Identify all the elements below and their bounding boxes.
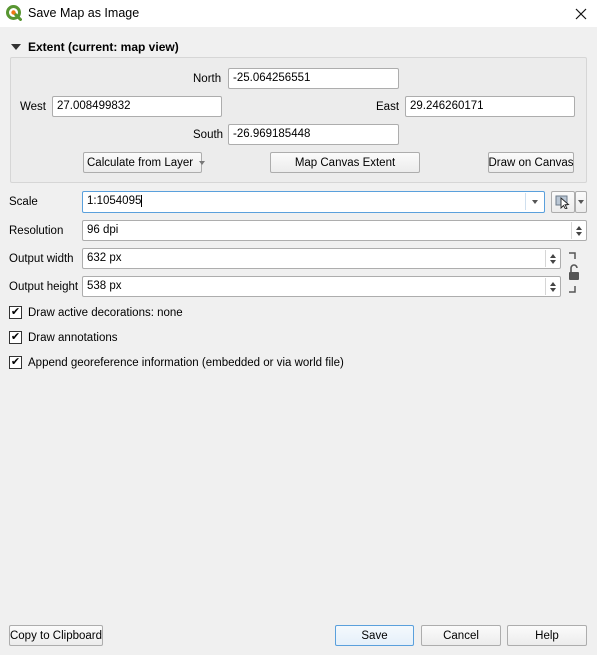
west-input[interactable]: 27.008499832 bbox=[52, 96, 222, 117]
output-width-label: Output width bbox=[9, 253, 74, 265]
resolution-spinbox[interactable]: 96 dpi bbox=[82, 220, 587, 241]
south-input[interactable]: -26.969185448 bbox=[228, 124, 399, 145]
collapse-triangle-icon bbox=[11, 44, 21, 50]
draw-on-canvas-label: Draw on Canvas bbox=[488, 156, 574, 169]
scale-value: 1:1054095 bbox=[87, 195, 142, 208]
west-label: West bbox=[20, 101, 46, 113]
select-scale-from-map-button[interactable] bbox=[551, 191, 575, 213]
map-canvas-extent-button[interactable]: Map Canvas Extent bbox=[270, 152, 420, 173]
spin-down-icon bbox=[549, 287, 556, 292]
east-input[interactable]: 29.246260171 bbox=[405, 96, 575, 117]
spin-down-icon bbox=[575, 231, 582, 236]
checkbox-checked-icon: ✔ bbox=[9, 356, 22, 369]
extent-section-toggle[interactable]: Extent (current: map view) bbox=[11, 40, 179, 54]
checkbox-checked-icon: ✔ bbox=[9, 331, 22, 344]
spin-up-icon bbox=[575, 225, 582, 230]
map-canvas-extent-label: Map Canvas Extent bbox=[294, 156, 396, 169]
output-width-spin-buttons[interactable] bbox=[545, 250, 559, 267]
calculate-from-layer-button[interactable]: Calculate from Layer bbox=[83, 152, 206, 173]
north-input[interactable]: -25.064256551 bbox=[228, 68, 399, 89]
extent-section-title: Extent (current: map view) bbox=[28, 40, 179, 54]
draw-on-canvas-button[interactable]: Draw on Canvas bbox=[488, 152, 574, 173]
scale-dropdown-button[interactable] bbox=[525, 193, 543, 210]
output-height-spinbox[interactable]: 538 px bbox=[82, 276, 561, 297]
save-label: Save bbox=[361, 629, 388, 642]
output-width-spinbox[interactable]: 632 px bbox=[82, 248, 561, 269]
spin-up-icon bbox=[549, 281, 556, 286]
text-caret bbox=[141, 195, 143, 207]
dropdown-arrow-icon bbox=[199, 160, 206, 165]
cancel-button[interactable]: Cancel bbox=[421, 625, 501, 646]
spin-up-icon bbox=[549, 253, 556, 258]
spin-down-icon bbox=[549, 259, 556, 264]
qgis-logo-icon bbox=[6, 5, 22, 21]
resolution-spin-buttons[interactable] bbox=[571, 222, 585, 239]
resolution-value: 96 dpi bbox=[87, 224, 119, 236]
south-label: South bbox=[193, 129, 224, 141]
draw-decorations-checkbox[interactable]: ✔ Draw active decorations: none bbox=[9, 306, 183, 319]
east-label: East bbox=[376, 101, 400, 113]
copy-to-clipboard-button[interactable]: Copy to Clipboard bbox=[9, 625, 103, 646]
title-bar: Save Map as Image bbox=[0, 0, 597, 27]
scale-menu-button[interactable] bbox=[575, 191, 587, 213]
help-button[interactable]: Help bbox=[507, 625, 587, 646]
draw-annotations-label: Draw annotations bbox=[28, 331, 118, 344]
close-icon bbox=[575, 8, 587, 19]
output-height-label: Output height bbox=[9, 281, 79, 293]
output-height-value: 538 px bbox=[87, 280, 122, 292]
close-button[interactable] bbox=[565, 0, 597, 27]
help-label: Help bbox=[535, 629, 559, 642]
north-label: North bbox=[193, 73, 222, 85]
map-cursor-icon bbox=[555, 195, 570, 209]
draw-annotations-checkbox[interactable]: ✔ Draw annotations bbox=[9, 331, 118, 344]
append-georeference-checkbox[interactable]: ✔ Append georeference information (embed… bbox=[9, 356, 344, 369]
draw-decorations-label: Draw active decorations: none bbox=[28, 306, 183, 319]
save-button[interactable]: Save bbox=[335, 625, 414, 646]
scale-label: Scale bbox=[9, 196, 38, 208]
cancel-label: Cancel bbox=[443, 629, 479, 642]
window-title: Save Map as Image bbox=[28, 6, 140, 20]
checkbox-checked-icon: ✔ bbox=[9, 306, 22, 319]
output-height-spin-buttons[interactable] bbox=[545, 278, 559, 295]
scale-combo[interactable]: 1:1054095 bbox=[82, 191, 545, 213]
copy-to-clipboard-label: Copy to Clipboard bbox=[9, 629, 103, 642]
calculate-from-layer-label: Calculate from Layer bbox=[87, 156, 194, 169]
unlocked-padlock-icon bbox=[569, 264, 579, 280]
output-width-value: 632 px bbox=[87, 252, 122, 264]
append-georeference-label: Append georeference information (embedde… bbox=[28, 356, 344, 369]
chevron-down-icon bbox=[531, 199, 538, 204]
lock-aspect-ratio-toggle[interactable] bbox=[566, 252, 582, 294]
resolution-label: Resolution bbox=[9, 225, 64, 237]
chevron-down-icon bbox=[578, 200, 584, 204]
